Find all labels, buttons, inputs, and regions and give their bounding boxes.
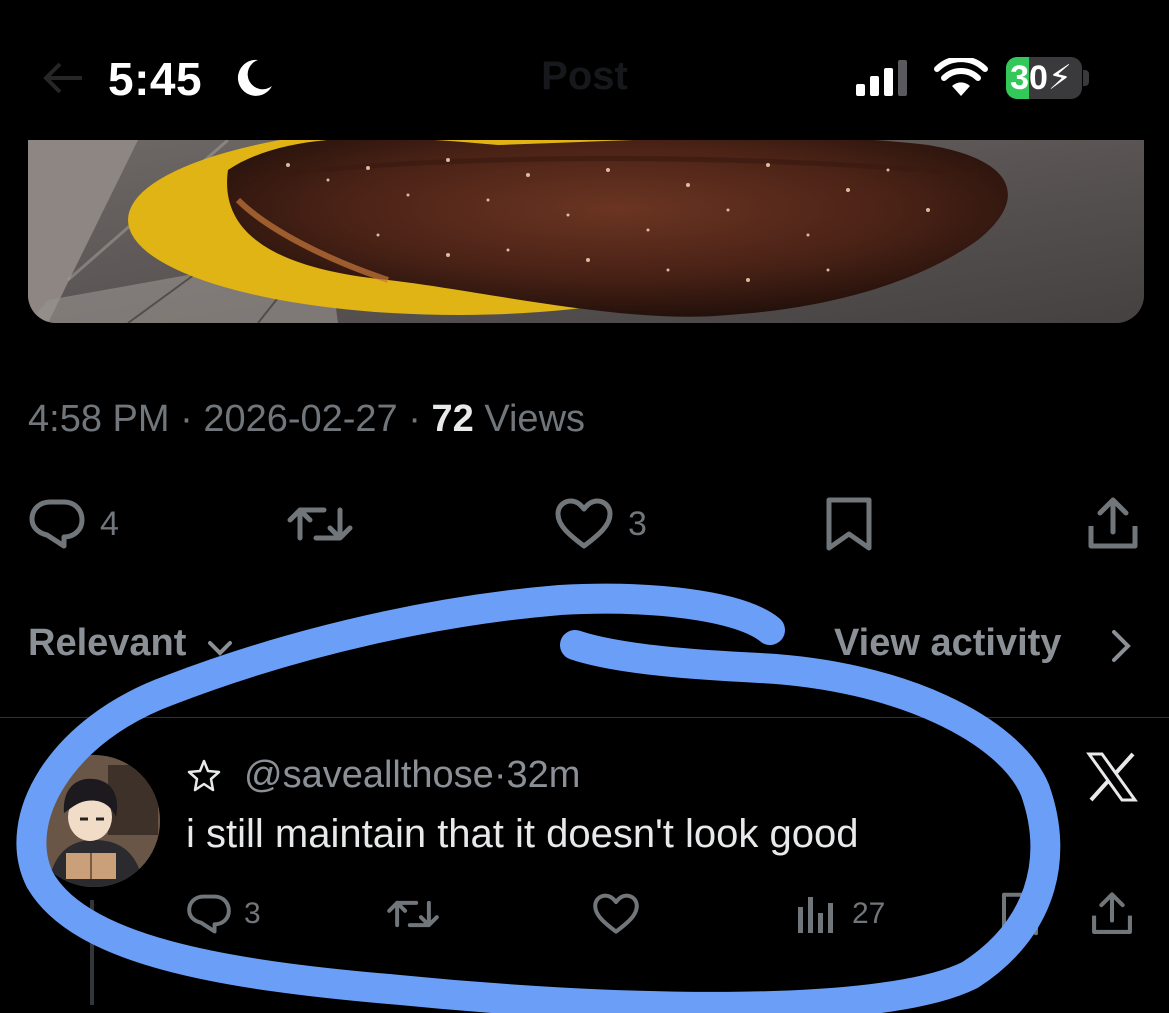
post-bookmark-button[interactable]	[824, 496, 874, 552]
post-date: 2026-02-27	[203, 398, 398, 440]
view-activity-link[interactable]: View activity	[834, 622, 1061, 665]
reply-share-button[interactable]	[1090, 891, 1134, 937]
post-share-button[interactable]	[1086, 496, 1140, 552]
reply-reply-button[interactable]: 3	[186, 893, 261, 935]
post-reply-button[interactable]: 4	[28, 498, 119, 550]
x-logo-icon[interactable]	[1086, 752, 1138, 802]
heart-icon	[593, 893, 639, 934]
battery-cap	[1083, 70, 1089, 86]
avatar[interactable]	[28, 755, 160, 887]
cellular-signal-icon	[856, 60, 907, 96]
reply-like-button[interactable]	[592, 893, 640, 935]
reply-handle[interactable]: @saveallthose	[244, 754, 494, 797]
sort-dropdown[interactable]: Relevant	[28, 622, 186, 665]
reply-count: 4	[100, 504, 119, 543]
share-icon	[1092, 892, 1132, 934]
like-count: 3	[628, 504, 647, 543]
bolt-icon: ⚡	[1047, 59, 1072, 97]
reply-reply-count: 3	[244, 897, 261, 930]
views-label: Views	[484, 398, 586, 440]
battery-level: 30	[1010, 59, 1048, 97]
bookmark-icon	[1002, 892, 1038, 936]
reply-text: i still maintain that it doesn't look go…	[186, 812, 859, 856]
status-time: 5:45	[108, 53, 203, 105]
repost-icon	[287, 507, 353, 541]
thread-line	[90, 900, 94, 1005]
reply-views-count: 27	[852, 897, 886, 930]
post-time: 4:58 PM	[28, 398, 170, 440]
post-like-button[interactable]: 3	[554, 498, 647, 550]
share-icon	[1088, 497, 1138, 549]
steak-photo	[28, 140, 1144, 323]
wifi-icon	[934, 58, 988, 96]
reply-views-button[interactable]: 27	[796, 893, 885, 935]
repost-icon	[387, 900, 439, 928]
divider	[0, 717, 1169, 718]
post-repost-button[interactable]	[286, 498, 354, 550]
star-icon	[187, 759, 221, 791]
views-chart-icon	[798, 897, 833, 933]
post-meta: 4:58 PM · 2026-02-27 · 72 Views	[28, 398, 586, 440]
post-image[interactable]	[28, 140, 1144, 323]
chevron-down-icon[interactable]	[206, 634, 234, 662]
bookmark-icon	[826, 497, 872, 551]
reply-bookmark-button[interactable]	[1000, 891, 1040, 937]
chevron-right-icon[interactable]	[1108, 626, 1134, 666]
avatar-illustration	[28, 755, 160, 887]
reply-header: @saveallthose · 32m	[186, 754, 580, 797]
battery-charging-icon: 30⚡	[1006, 57, 1082, 99]
reply-repost-button[interactable]	[386, 893, 440, 935]
moon-icon	[237, 59, 272, 96]
reply-age: 32m	[506, 754, 581, 796]
views-count: 72	[431, 398, 474, 440]
heart-icon	[555, 498, 613, 549]
reply-icon	[187, 894, 231, 934]
reply-icon	[29, 499, 85, 549]
